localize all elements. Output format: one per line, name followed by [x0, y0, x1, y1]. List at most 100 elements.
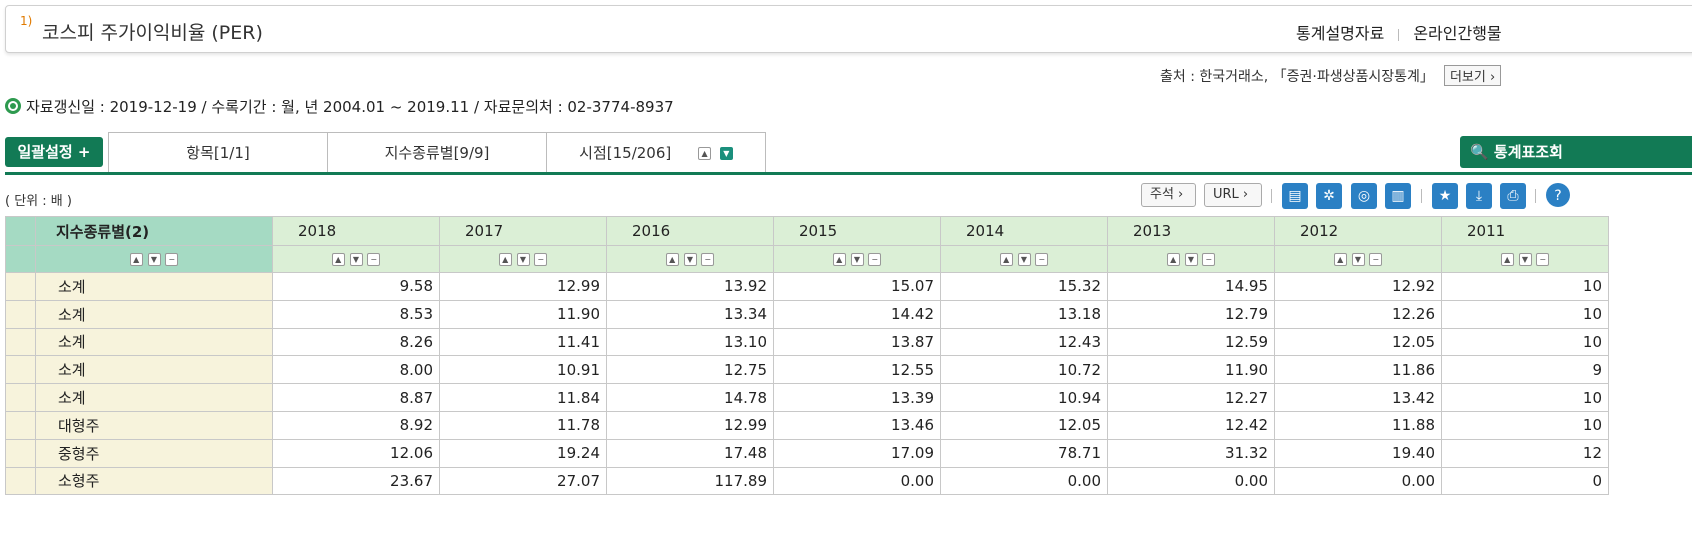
collapse-up-icon[interactable]: ▲: [698, 147, 712, 160]
sort-up-icon[interactable]: ▲: [1333, 253, 1347, 266]
value-cell: 10: [1441, 327, 1609, 357]
row-lead-cell: [5, 299, 36, 329]
row-lead-cell: [5, 327, 36, 357]
value-cell: 0.00: [940, 466, 1108, 496]
sort-up-icon[interactable]: ▲: [1166, 253, 1180, 266]
collapse-icon[interactable]: −: [534, 253, 548, 266]
sort-up-icon[interactable]: ▲: [1500, 253, 1514, 266]
value-cell: 10.94: [940, 383, 1108, 412]
info-text: 자료갱신일 : 2019-12-19 / 수록기간 : 월, 년 2004.01…: [26, 98, 674, 116]
online-publication-link[interactable]: 온라인간행물: [1413, 24, 1501, 43]
year-header[interactable]: 2015: [773, 216, 941, 246]
value-cell: 11.88: [1274, 410, 1442, 440]
value-cell: 0: [1441, 466, 1609, 496]
expand-down-icon[interactable]: ▼: [719, 147, 733, 160]
value-cell: 10.91: [439, 355, 607, 385]
year-header[interactable]: 2014: [940, 216, 1108, 246]
sort-down-icon[interactable]: ▼: [1184, 253, 1198, 266]
url-button[interactable]: URL ›: [1204, 183, 1262, 207]
row-lead-cell: [5, 272, 36, 301]
query-table-button[interactable]: 🔍 통계표조회: [1460, 136, 1692, 168]
collapse-icon[interactable]: −: [868, 253, 882, 266]
source-text: 출처 : 한국거래소, 「증권·파생상품시장통계」: [1160, 69, 1434, 85]
collapse-icon[interactable]: −: [367, 253, 381, 266]
toolbar-divider: [1535, 189, 1536, 203]
year-header[interactable]: 2018: [272, 216, 440, 246]
year-header[interactable]: 2013: [1107, 216, 1275, 246]
value-cell: 12.99: [439, 272, 607, 301]
table-layout-icon[interactable]: ▤: [1282, 183, 1308, 209]
sort-down-icon[interactable]: ▼: [683, 253, 697, 266]
year-header[interactable]: 2011: [1441, 216, 1609, 246]
collapse-icon[interactable]: −: [165, 253, 179, 266]
value-cell: 11.84: [439, 383, 607, 412]
more-button[interactable]: 더보기 ›: [1443, 65, 1502, 86]
collapse-icon[interactable]: −: [1202, 253, 1216, 266]
tab-index-type[interactable]: 지수종류별[9/9]: [327, 132, 547, 172]
sort-down-icon[interactable]: ▼: [349, 253, 363, 266]
value-cell: 0.00: [773, 466, 941, 496]
sort-down-icon[interactable]: ▼: [147, 253, 161, 266]
table-row: 소계 8.87 11.84 14.78 13.39 10.94 12.27 13.42 10: [5, 383, 1609, 412]
gear-icon[interactable]: ✲: [1316, 183, 1342, 209]
bar-chart-icon[interactable]: ▥: [1385, 183, 1411, 209]
value-cell: 11.78: [439, 410, 607, 440]
toolbar-divider: [1421, 189, 1422, 203]
collapse-icon[interactable]: −: [1536, 253, 1550, 266]
page-title: 코스피 주가이익비율 (PER): [42, 22, 263, 44]
value-cell: 11.90: [439, 299, 607, 329]
tab-period-label: 시점[15/206]: [579, 144, 672, 162]
table-row: 중형주 12.06 19.24 17.48 17.09 78.71 31.32 19.40 12: [5, 438, 1609, 468]
chart-search-icon[interactable]: ◎: [1351, 183, 1377, 209]
dimension-header[interactable]: 지수종류별(2): [35, 216, 273, 246]
sort-down-icon[interactable]: ▼: [1351, 253, 1365, 266]
value-cell: 19.40: [1274, 438, 1442, 468]
top-links: 통계설명자료 온라인간행물: [1296, 20, 1502, 44]
collapse-icon[interactable]: −: [1369, 253, 1383, 266]
collapse-icon[interactable]: −: [1035, 253, 1049, 266]
toolbar-divider: [1271, 189, 1272, 203]
value-cell: 12.79: [1107, 299, 1275, 329]
value-cell: 12.55: [773, 355, 941, 385]
stats-doc-link[interactable]: 통계설명자료: [1296, 24, 1384, 43]
source-line: 출처 : 한국거래소, 「증권·파생상품시장통계」 더보기 ›: [1160, 65, 1502, 86]
value-cell: 12.99: [606, 410, 774, 440]
sort-up-icon[interactable]: ▲: [331, 253, 345, 266]
sort-controls-row: ▲ ▼ − ▲ ▼ − ▲ ▼ − ▲ ▼ − ▲ ▼ − ▲ ▼ − ▲ ▼ …: [5, 245, 1609, 273]
help-icon[interactable]: ?: [1546, 183, 1570, 207]
sort-down-icon[interactable]: ▼: [1017, 253, 1031, 266]
row-label: 소계: [35, 327, 273, 357]
tab-items[interactable]: 항목[1/1]: [108, 132, 328, 172]
sort-controls: ▲ ▼ −: [35, 245, 273, 273]
sort-up-icon[interactable]: ▲: [129, 253, 143, 266]
table-row: 소계 8.26 11.41 13.10 13.87 12.43 12.59 12.05 10: [5, 327, 1609, 357]
row-label: 소계: [35, 355, 273, 385]
print-icon[interactable]: ⎙: [1500, 183, 1526, 209]
sort-up-icon[interactable]: ▲: [665, 253, 679, 266]
note-button[interactable]: 주석 ›: [1141, 183, 1196, 207]
sort-down-icon[interactable]: ▼: [850, 253, 864, 266]
tab-items-label: 항목[1/1]: [186, 144, 250, 162]
year-header[interactable]: 2017: [439, 216, 607, 246]
sort-up-icon[interactable]: ▲: [498, 253, 512, 266]
sort-up-icon[interactable]: ▲: [999, 253, 1013, 266]
row-lead-cell: [5, 466, 36, 496]
bulk-settings-button[interactable]: 일괄설정 +: [5, 137, 103, 167]
sort-down-icon[interactable]: ▼: [1518, 253, 1532, 266]
data-table: 지수종류별(2) 2018 2017 2016 2015 2014 2013 2…: [5, 216, 1609, 496]
row-lead-cell: [5, 410, 36, 440]
controls-blank-cell: [5, 245, 36, 273]
tab-period[interactable]: 시점[15/206] ▲ ▼: [546, 132, 766, 172]
value-cell: 12.75: [606, 355, 774, 385]
year-header[interactable]: 2016: [606, 216, 774, 246]
star-icon[interactable]: ★: [1432, 183, 1458, 209]
value-cell: 10: [1441, 272, 1609, 301]
sort-down-icon[interactable]: ▼: [516, 253, 530, 266]
download-icon[interactable]: ⤓: [1466, 183, 1492, 209]
value-cell: 17.48: [606, 438, 774, 468]
collapse-icon[interactable]: −: [701, 253, 715, 266]
sort-controls: ▲ ▼ −: [1107, 245, 1275, 273]
value-cell: 23.67: [272, 466, 440, 496]
year-header[interactable]: 2012: [1274, 216, 1442, 246]
sort-up-icon[interactable]: ▲: [832, 253, 846, 266]
